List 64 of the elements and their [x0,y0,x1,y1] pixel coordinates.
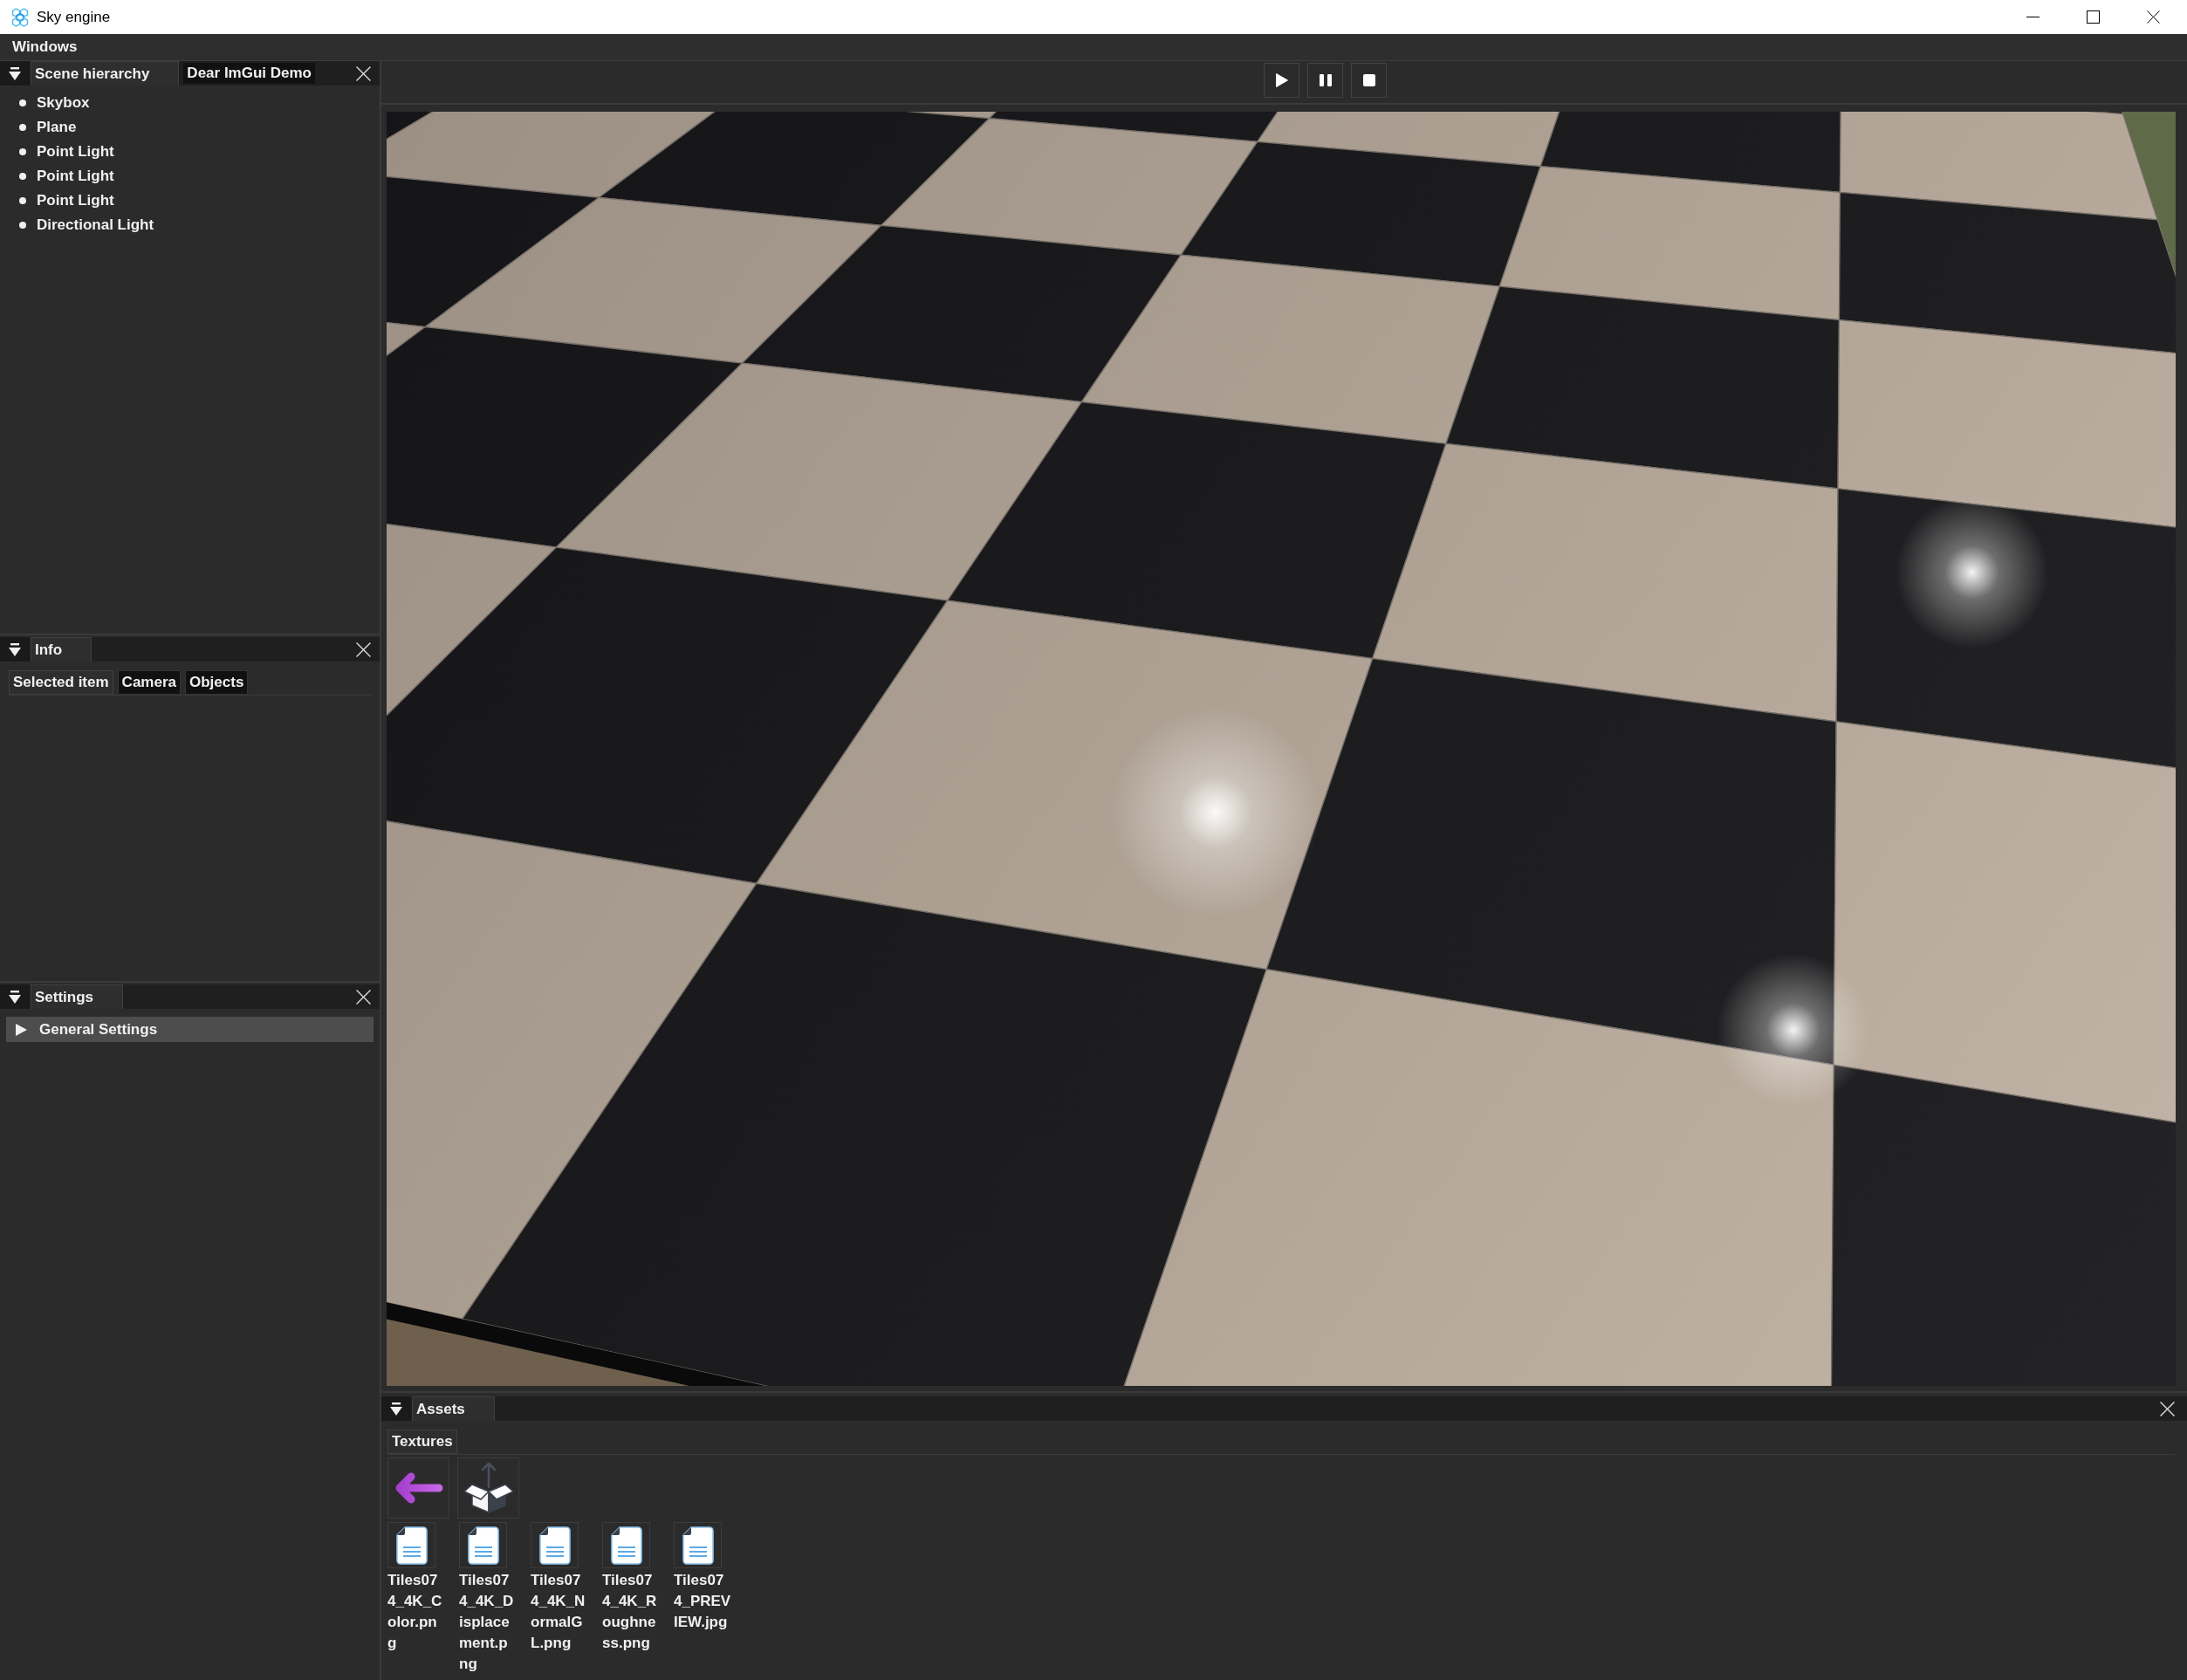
file-name: Tiles074_4K_Displacement.png [459,1571,515,1674]
panel-tab[interactable]: Assets [412,1396,495,1421]
triangle-down-icon [9,990,21,1004]
file-button[interactable] [674,1522,722,1568]
panel-tab[interactable]: Settings [31,984,124,1009]
close-icon [356,65,371,81]
hexagons-icon [10,7,30,27]
pause-icon [1319,74,1332,86]
back-button[interactable] [387,1457,449,1519]
panel-tab[interactable]: Dear ImGui Demo [183,63,315,84]
window-menu-button[interactable] [0,61,30,86]
arrow-left-icon [394,1472,443,1504]
tab[interactable]: Selected item [9,670,113,695]
hierarchy-item[interactable]: Point Light [37,190,114,211]
tab[interactable]: Camera [117,670,181,695]
bullet-icon [19,173,26,180]
play-button[interactable] [1264,63,1299,98]
close-icon [356,641,371,657]
file-button[interactable] [531,1522,579,1568]
hierarchy-item[interactable]: Point Light [37,141,114,162]
file-button[interactable] [602,1522,650,1568]
hierarchy-item[interactable]: Directional Light [37,215,154,236]
bullet-icon [19,197,26,204]
panel-tab[interactable]: Info [31,637,93,662]
hierarchy-item[interactable]: Skybox [37,93,90,113]
triangle-down-icon [390,1402,402,1416]
import-button[interactable] [457,1457,519,1519]
file-name: Tiles074_4K_Color.png [387,1571,443,1653]
tab[interactable]: Objects [185,670,249,695]
window-menu-button[interactable] [381,1396,411,1421]
maximize-icon [2087,10,2100,24]
bullet-icon [19,222,26,229]
hierarchy-item[interactable]: Plane [37,117,77,138]
hierarchy-item[interactable]: Point Light [37,166,114,187]
document-icon [538,1526,571,1565]
open-box-icon [461,1461,516,1515]
play-icon [1275,73,1288,87]
pause-button[interactable] [1307,63,1343,98]
document-icon [467,1526,499,1565]
bullet-icon [19,99,26,106]
stop-button[interactable] [1351,63,1387,98]
window-menu-button[interactable] [0,637,30,662]
window-menu-button[interactable] [0,984,30,1009]
tab[interactable]: Textures [387,1430,457,1454]
bullet-icon [19,124,26,131]
document-icon [682,1526,714,1565]
panel-tab[interactable]: Scene hierarchy [31,61,180,86]
close-icon [356,989,371,1005]
file-name: Tiles074_PREVIEW.jpg [674,1571,731,1632]
file-button[interactable] [387,1522,435,1568]
file-name: Tiles074_4K_NormalGL.png [531,1571,586,1653]
stop-icon [1362,74,1375,86]
settings-section-header[interactable]: General Settings [6,1017,374,1042]
window-title: Sky engine [37,7,111,27]
bullet-icon [19,148,26,155]
close-icon [2160,1401,2175,1416]
triangle-down-icon [9,642,21,656]
document-icon [610,1526,642,1565]
document-icon [395,1526,428,1565]
menu-item[interactable]: Windows [7,37,83,58]
file-name: Tiles074_4K_Roughness.png [602,1571,658,1653]
triangle-down-icon [9,66,21,80]
close-icon [2147,10,2160,24]
file-button[interactable] [459,1522,507,1568]
